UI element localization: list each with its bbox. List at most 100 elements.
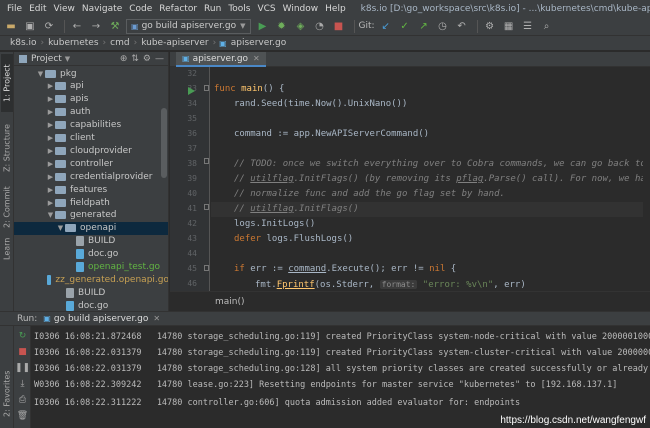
chevron-right-icon[interactable]: ▶ <box>46 186 55 194</box>
run-gutter-icon[interactable] <box>188 87 195 95</box>
coverage-icon[interactable]: ◈ <box>293 19 309 34</box>
tab-apiserver-go[interactable]: ▣ apiserver.go ✕ <box>176 52 266 67</box>
tree-item[interactable]: ▶ controller <box>14 157 168 170</box>
tree-item[interactable]: ▶ api <box>14 80 168 93</box>
scrollbar-thumb[interactable] <box>161 108 167 178</box>
gear-icon[interactable]: ⚙ <box>143 54 151 64</box>
forward-icon[interactable]: → <box>88 19 104 34</box>
tree-item[interactable]: ▶ auth <box>14 106 168 119</box>
save-all-icon[interactable]: ▣ <box>22 19 38 34</box>
editor-scrollbar[interactable] <box>643 67 650 291</box>
fold-marker-icon[interactable] <box>204 204 209 210</box>
run-console[interactable]: I0306 16:08:21.872468 14780 storage_sche… <box>31 326 650 428</box>
tab-learn[interactable]: Learn <box>1 234 13 264</box>
vcs-rollback-icon[interactable]: ↶ <box>454 19 470 34</box>
tree-item[interactable]: ▼ pkg <box>14 67 168 80</box>
pause-output-icon[interactable]: ❚❚ <box>15 362 30 373</box>
breadcrumb-item[interactable]: kubernetes <box>44 38 102 48</box>
chevron-down-icon[interactable]: ▼ <box>36 70 45 78</box>
fold-marker-icon[interactable] <box>204 265 209 271</box>
menu-refactor[interactable]: Refactor <box>159 4 197 14</box>
run-icon[interactable]: ▶ <box>255 19 271 34</box>
stop-icon[interactable]: ■ <box>331 19 347 34</box>
tree-item[interactable]: openapi_test.go <box>14 261 168 274</box>
project-structure-icon[interactable]: ▦ <box>501 19 517 34</box>
menu-navigate[interactable]: Navigate <box>82 4 122 14</box>
profile-icon[interactable]: ◔ <box>312 19 328 34</box>
chevron-right-icon[interactable]: ▶ <box>46 160 55 168</box>
sync-icon[interactable]: ⟳ <box>41 19 57 34</box>
vcs-push-icon[interactable]: ↗ <box>416 19 432 34</box>
tree-item[interactable]: doc.go <box>14 248 168 261</box>
menu-file[interactable]: File <box>7 4 22 14</box>
tree-item[interactable]: ▼ openapi <box>14 221 168 235</box>
menu-vcs[interactable]: VCS <box>257 4 275 14</box>
tree-item[interactable]: ▶ cloudprovider <box>14 144 168 157</box>
tree-item[interactable]: ▶ credentialprovider <box>14 170 168 183</box>
tab-structure[interactable]: Z: Structure <box>1 116 13 180</box>
chevron-right-icon[interactable]: ▶ <box>46 108 55 116</box>
tree-item[interactable]: doc.go <box>14 299 168 311</box>
current-function-label[interactable]: main() <box>215 297 245 307</box>
settings-wrench-icon[interactable]: ⚙ <box>482 19 498 34</box>
menu-edit[interactable]: Edit <box>29 4 46 14</box>
tree-item[interactable]: ▶ apis <box>14 93 168 106</box>
chevron-down-icon[interactable]: ▼ <box>56 224 65 232</box>
chevron-right-icon[interactable]: ▶ <box>46 121 55 129</box>
tree-item[interactable]: BUILD <box>14 286 168 299</box>
close-icon[interactable]: ✕ <box>153 314 160 323</box>
tree-item[interactable]: ▼ generated <box>14 209 168 222</box>
tab-commit[interactable]: 2: Commit <box>1 184 13 230</box>
tree-item[interactable]: ▶ capabilities <box>14 119 168 132</box>
menu-run[interactable]: Run <box>204 4 221 14</box>
fold-marker-icon[interactable] <box>204 85 209 91</box>
vcs-commit-icon[interactable]: ✓ <box>397 19 413 34</box>
breadcrumb-item[interactable]: k8s.io <box>6 38 41 48</box>
chevron-down-icon[interactable]: ▼ <box>46 211 55 219</box>
tab-project[interactable]: 1: Project <box>1 54 13 112</box>
fold-marker-icon[interactable] <box>204 158 209 164</box>
tree-item[interactable]: zz_generated.openapi.go <box>14 273 168 286</box>
tree-item[interactable]: BUILD <box>14 235 168 248</box>
run-configuration-select[interactable]: ▣ go build apiserver.go ▼ <box>126 18 251 34</box>
close-icon[interactable]: ✕ <box>253 54 260 63</box>
trash-icon[interactable]: 🗑 <box>17 410 28 421</box>
tree-item[interactable]: ▶ fieldpath <box>14 196 168 209</box>
chevron-right-icon[interactable]: ▶ <box>46 95 55 103</box>
tree-item[interactable]: ▶ client <box>14 132 168 145</box>
stop-icon[interactable]: ■ <box>17 346 28 357</box>
menu-window[interactable]: Window <box>283 4 319 14</box>
vcs-history-icon[interactable]: ◷ <box>435 19 451 34</box>
menu-code[interactable]: Code <box>129 4 152 14</box>
tree-item[interactable]: ▶ features <box>14 183 168 196</box>
tasks-icon[interactable]: ☰ <box>520 19 536 34</box>
breadcrumb-item[interactable]: kube-apiserver <box>137 38 212 48</box>
print-icon[interactable]: ⎙ <box>17 394 28 405</box>
menu-view[interactable]: View <box>54 4 75 14</box>
scroll-to-end-icon[interactable]: ⤓ <box>17 378 28 389</box>
breadcrumb-item[interactable]: cmd <box>106 38 133 48</box>
chevron-right-icon[interactable]: ▶ <box>46 134 55 142</box>
debug-icon[interactable]: ✹ <box>274 19 290 34</box>
code-editor[interactable]: func main() { rand.Seed(time.Now().UnixN… <box>211 67 650 291</box>
locate-file-icon[interactable]: ⊕ <box>120 54 128 64</box>
chevron-right-icon[interactable]: ▶ <box>46 82 55 90</box>
build-hammer-icon[interactable]: ⚒ <box>107 19 123 34</box>
hide-panel-icon[interactable]: — <box>155 54 164 64</box>
chevron-right-icon[interactable]: ▶ <box>46 199 55 207</box>
run-tab[interactable]: ▣ go build apiserver.go ✕ <box>43 314 160 324</box>
collapse-all-icon[interactable]: ⇅ <box>131 54 139 64</box>
rerun-icon[interactable]: ↻ <box>17 330 28 341</box>
chevron-right-icon[interactable]: ▶ <box>46 147 55 155</box>
project-scrollbar[interactable] <box>161 68 167 308</box>
menu-tools[interactable]: Tools <box>228 4 250 14</box>
project-panel-title[interactable]: Project <box>31 54 62 64</box>
chevron-right-icon[interactable]: ▶ <box>46 173 55 181</box>
breadcrumb-item[interactable]: apiserver.go <box>227 38 290 48</box>
menu-help[interactable]: Help <box>325 4 346 14</box>
vcs-update-icon[interactable]: ↙ <box>378 19 394 34</box>
chevron-down-icon[interactable]: ▼ <box>65 55 70 63</box>
search-icon[interactable]: ⌕ <box>539 19 555 34</box>
open-folder-icon[interactable]: ▬ <box>3 19 19 34</box>
back-icon[interactable]: ← <box>69 19 85 34</box>
